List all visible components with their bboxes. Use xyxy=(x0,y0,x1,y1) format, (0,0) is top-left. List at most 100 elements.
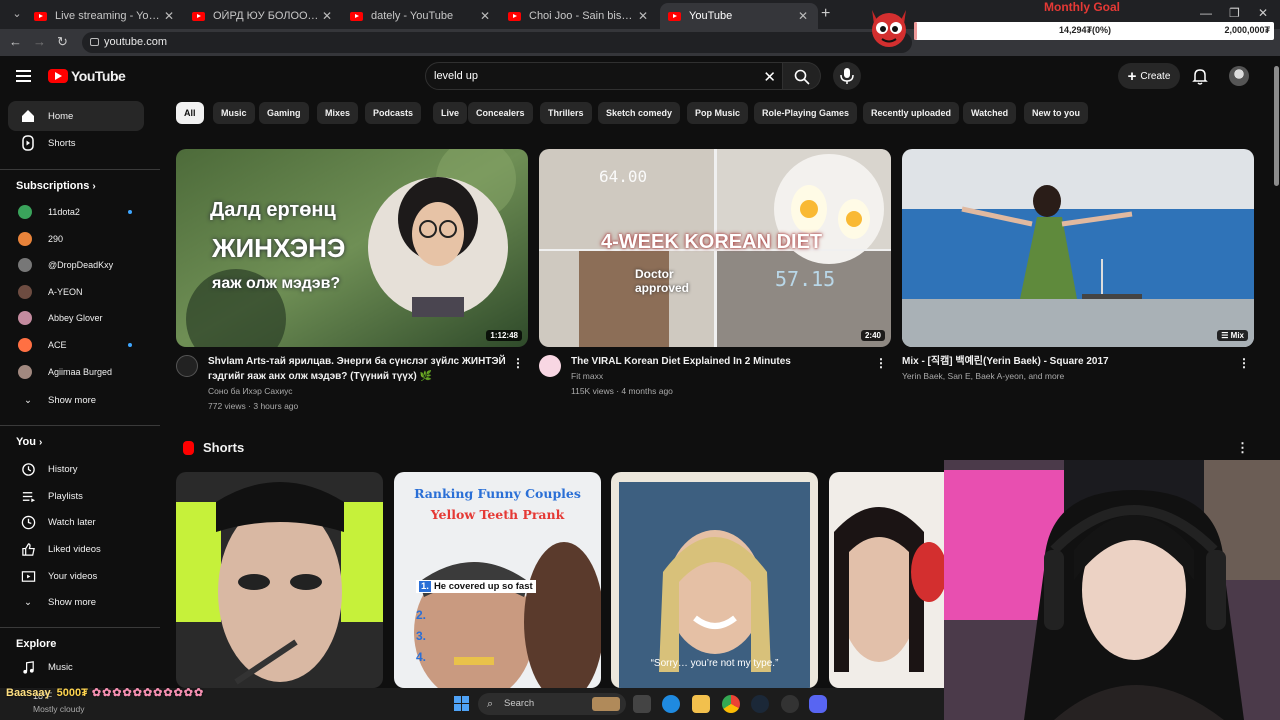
steam-icon[interactable] xyxy=(751,695,769,713)
video-thumbnail[interactable]: ☰ Mix xyxy=(902,149,1254,347)
short-caption: Ranking Funny Couples xyxy=(414,486,581,501)
channel-name[interactable]: Yerin Baek, San E, Baek A-yeon, and more xyxy=(902,371,1064,381)
close-tab-icon[interactable]: ✕ xyxy=(796,9,810,23)
site-info-icon[interactable] xyxy=(90,38,99,46)
file-explorer-icon[interactable] xyxy=(692,695,710,713)
scrollbar-thumb[interactable] xyxy=(1274,66,1279,186)
video-title[interactable]: Mix - [직캠] 백예린(Yerin Baek) - Square 2017 xyxy=(902,354,1202,369)
video-thumbnail[interactable]: Далд ертөнц ЖИНХЭНЭ яаж олж мэдэв? 1:12:… xyxy=(176,149,528,347)
chip-pop-music[interactable]: Pop Music xyxy=(687,102,749,124)
browser-tab[interactable]: Choi Joo - Sain bisx (Lyric Video) ✕ xyxy=(500,3,658,29)
chip-watched[interactable]: Watched xyxy=(963,102,1017,124)
sidebar-subscription-item[interactable]: @DropDeadKxy xyxy=(8,252,144,278)
chip-live[interactable]: Live xyxy=(433,102,468,124)
create-button[interactable]: + Create xyxy=(1118,63,1180,89)
sidebar-item-label: Home xyxy=(48,110,74,122)
video-title[interactable]: Shvlam Arts-тай ярилцав. Энерги ба сүнсл… xyxy=(208,354,508,384)
obs-icon[interactable] xyxy=(781,695,799,713)
sidebar-item-music[interactable]: Music xyxy=(8,652,144,682)
chip-recently-uploaded[interactable]: Recently uploaded xyxy=(863,102,960,124)
sidebar-item-home[interactable]: Home xyxy=(8,101,144,131)
taskbar-search[interactable]: ⌕ Search xyxy=(478,693,626,715)
voice-search-button[interactable] xyxy=(833,62,861,90)
restore-icon[interactable]: ❐ xyxy=(1229,6,1240,20)
subscriptions-heading[interactable]: Subscriptions › xyxy=(16,180,96,192)
browser-tab[interactable]: dately - YouTube ✕ xyxy=(342,3,500,29)
clear-search-icon[interactable]: ✕ xyxy=(763,68,776,86)
close-window-icon[interactable]: ✕ xyxy=(1258,6,1268,20)
close-tab-icon[interactable]: ✕ xyxy=(320,9,334,23)
goal-progress-fill xyxy=(914,22,917,40)
sidebar-item-watch-later[interactable]: Watch later xyxy=(8,507,144,537)
task-view-icon[interactable] xyxy=(633,695,651,713)
address-bar[interactable]: youtube.com xyxy=(82,32,912,53)
chip-concealers[interactable]: Concealers xyxy=(468,102,533,124)
channel-avatar xyxy=(18,205,32,219)
chip-all[interactable]: All xyxy=(176,102,204,124)
sidebar-subscription-item[interactable]: ACE xyxy=(8,332,144,358)
chip-role-playing-games[interactable]: Role-Playing Games xyxy=(754,102,858,124)
you-heading[interactable]: You › xyxy=(16,436,42,448)
donation-flowers: ✿✿✿✿✿✿✿✿✿✿✿ xyxy=(91,687,205,699)
chip-new-to-you[interactable]: New to you xyxy=(1024,102,1089,124)
channel-avatar[interactable] xyxy=(539,355,561,377)
discord-icon[interactable] xyxy=(809,695,827,713)
chip-sketch-comedy[interactable]: Sketch comedy xyxy=(598,102,681,124)
close-tab-icon[interactable]: ✕ xyxy=(162,9,176,23)
close-tab-icon[interactable]: ✕ xyxy=(478,9,492,23)
short-thumbnail[interactable]: Ranking Funny Couples Yellow Teeth Prank… xyxy=(394,472,601,688)
channel-name[interactable]: Fit maxx xyxy=(571,371,603,381)
browser-tab[interactable]: ОЙРД ЮУ БОЛООД БАЙНА АЙ ✕ xyxy=(184,3,342,29)
reload-icon[interactable]: ↻ xyxy=(57,34,68,50)
chip-thrillers[interactable]: Thrillers xyxy=(540,102,592,124)
new-tab-button[interactable]: + xyxy=(821,5,830,23)
search-input[interactable]: leveld up ✕ xyxy=(425,62,783,90)
show-more-you-button[interactable]: ⌄ Show more xyxy=(8,587,144,617)
notifications-bell-icon[interactable] xyxy=(1190,66,1210,86)
search-button[interactable] xyxy=(783,62,821,90)
shorts-more-options-icon[interactable]: ⋮ xyxy=(1236,440,1249,456)
more-options-icon[interactable]: ⋮ xyxy=(875,356,887,370)
menu-icon[interactable] xyxy=(16,70,31,82)
short-caption: 1. He covered up so fast xyxy=(416,580,536,593)
back-icon[interactable]: ← xyxy=(9,34,22,49)
chip-podcasts[interactable]: Podcasts xyxy=(365,102,422,124)
sidebar-item-shorts[interactable]: Shorts xyxy=(8,128,144,158)
channel-name[interactable]: Соно ба Ихэр Сахиус xyxy=(208,386,293,396)
sidebar-item-history[interactable]: History xyxy=(8,454,144,484)
close-tab-icon[interactable]: ✕ xyxy=(636,9,650,23)
sidebar-subscription-item[interactable]: Agiimaa Burged xyxy=(8,359,144,385)
video-thumbnail[interactable]: 64.00 57.15 4-WEEK KOREAN DIET Doctor ap… xyxy=(539,149,891,347)
channel-avatar[interactable] xyxy=(176,355,198,377)
edge-icon[interactable] xyxy=(662,695,680,713)
sidebar-subscription-item[interactable]: Abbey Glover xyxy=(8,305,144,331)
chip-mixes[interactable]: Mixes xyxy=(317,102,359,124)
short-thumbnail[interactable] xyxy=(176,472,383,688)
show-more-subscriptions-button[interactable]: ⌄ Show more xyxy=(8,385,144,415)
forward-icon[interactable]: → xyxy=(33,34,46,49)
weather-description[interactable]: Mostly cloudy xyxy=(33,704,85,714)
windows-start-icon[interactable] xyxy=(454,696,470,712)
youtube-favicon-icon xyxy=(668,11,681,21)
chrome-icon[interactable] xyxy=(722,695,740,713)
more-options-icon[interactable]: ⋮ xyxy=(512,356,524,370)
account-avatar[interactable] xyxy=(1229,66,1249,86)
more-options-icon[interactable]: ⋮ xyxy=(1238,356,1250,370)
page-scrollbar[interactable] xyxy=(1272,56,1280,460)
sidebar-subscription-item[interactable]: 290 xyxy=(8,226,144,252)
chip-gaming[interactable]: Gaming xyxy=(259,102,309,124)
short-thumbnail[interactable] xyxy=(829,472,944,688)
sidebar-subscription-item[interactable]: A-YEON xyxy=(8,279,144,305)
subscription-label: Abbey Glover xyxy=(48,313,103,324)
tab-search-chevron-icon[interactable]: ⌄ xyxy=(6,6,28,22)
youtube-favicon-icon xyxy=(34,11,47,21)
short-thumbnail[interactable]: “Sorry… you’re not my type.” xyxy=(611,472,818,688)
video-title[interactable]: The VIRAL Korean Diet Explained In 2 Min… xyxy=(571,354,871,369)
browser-tab[interactable]: Live streaming - YouTube Studio ✕ xyxy=(26,3,184,29)
browser-tab-active[interactable]: YouTube ✕ xyxy=(660,3,818,29)
sidebar-item-liked-videos[interactable]: Liked videos xyxy=(8,534,144,564)
chip-music[interactable]: Music xyxy=(213,102,255,124)
youtube-logo[interactable]: YouTube xyxy=(48,68,126,84)
minimize-icon[interactable]: — xyxy=(1200,6,1212,20)
sidebar-subscription-item[interactable]: 11dota2 xyxy=(8,199,144,225)
